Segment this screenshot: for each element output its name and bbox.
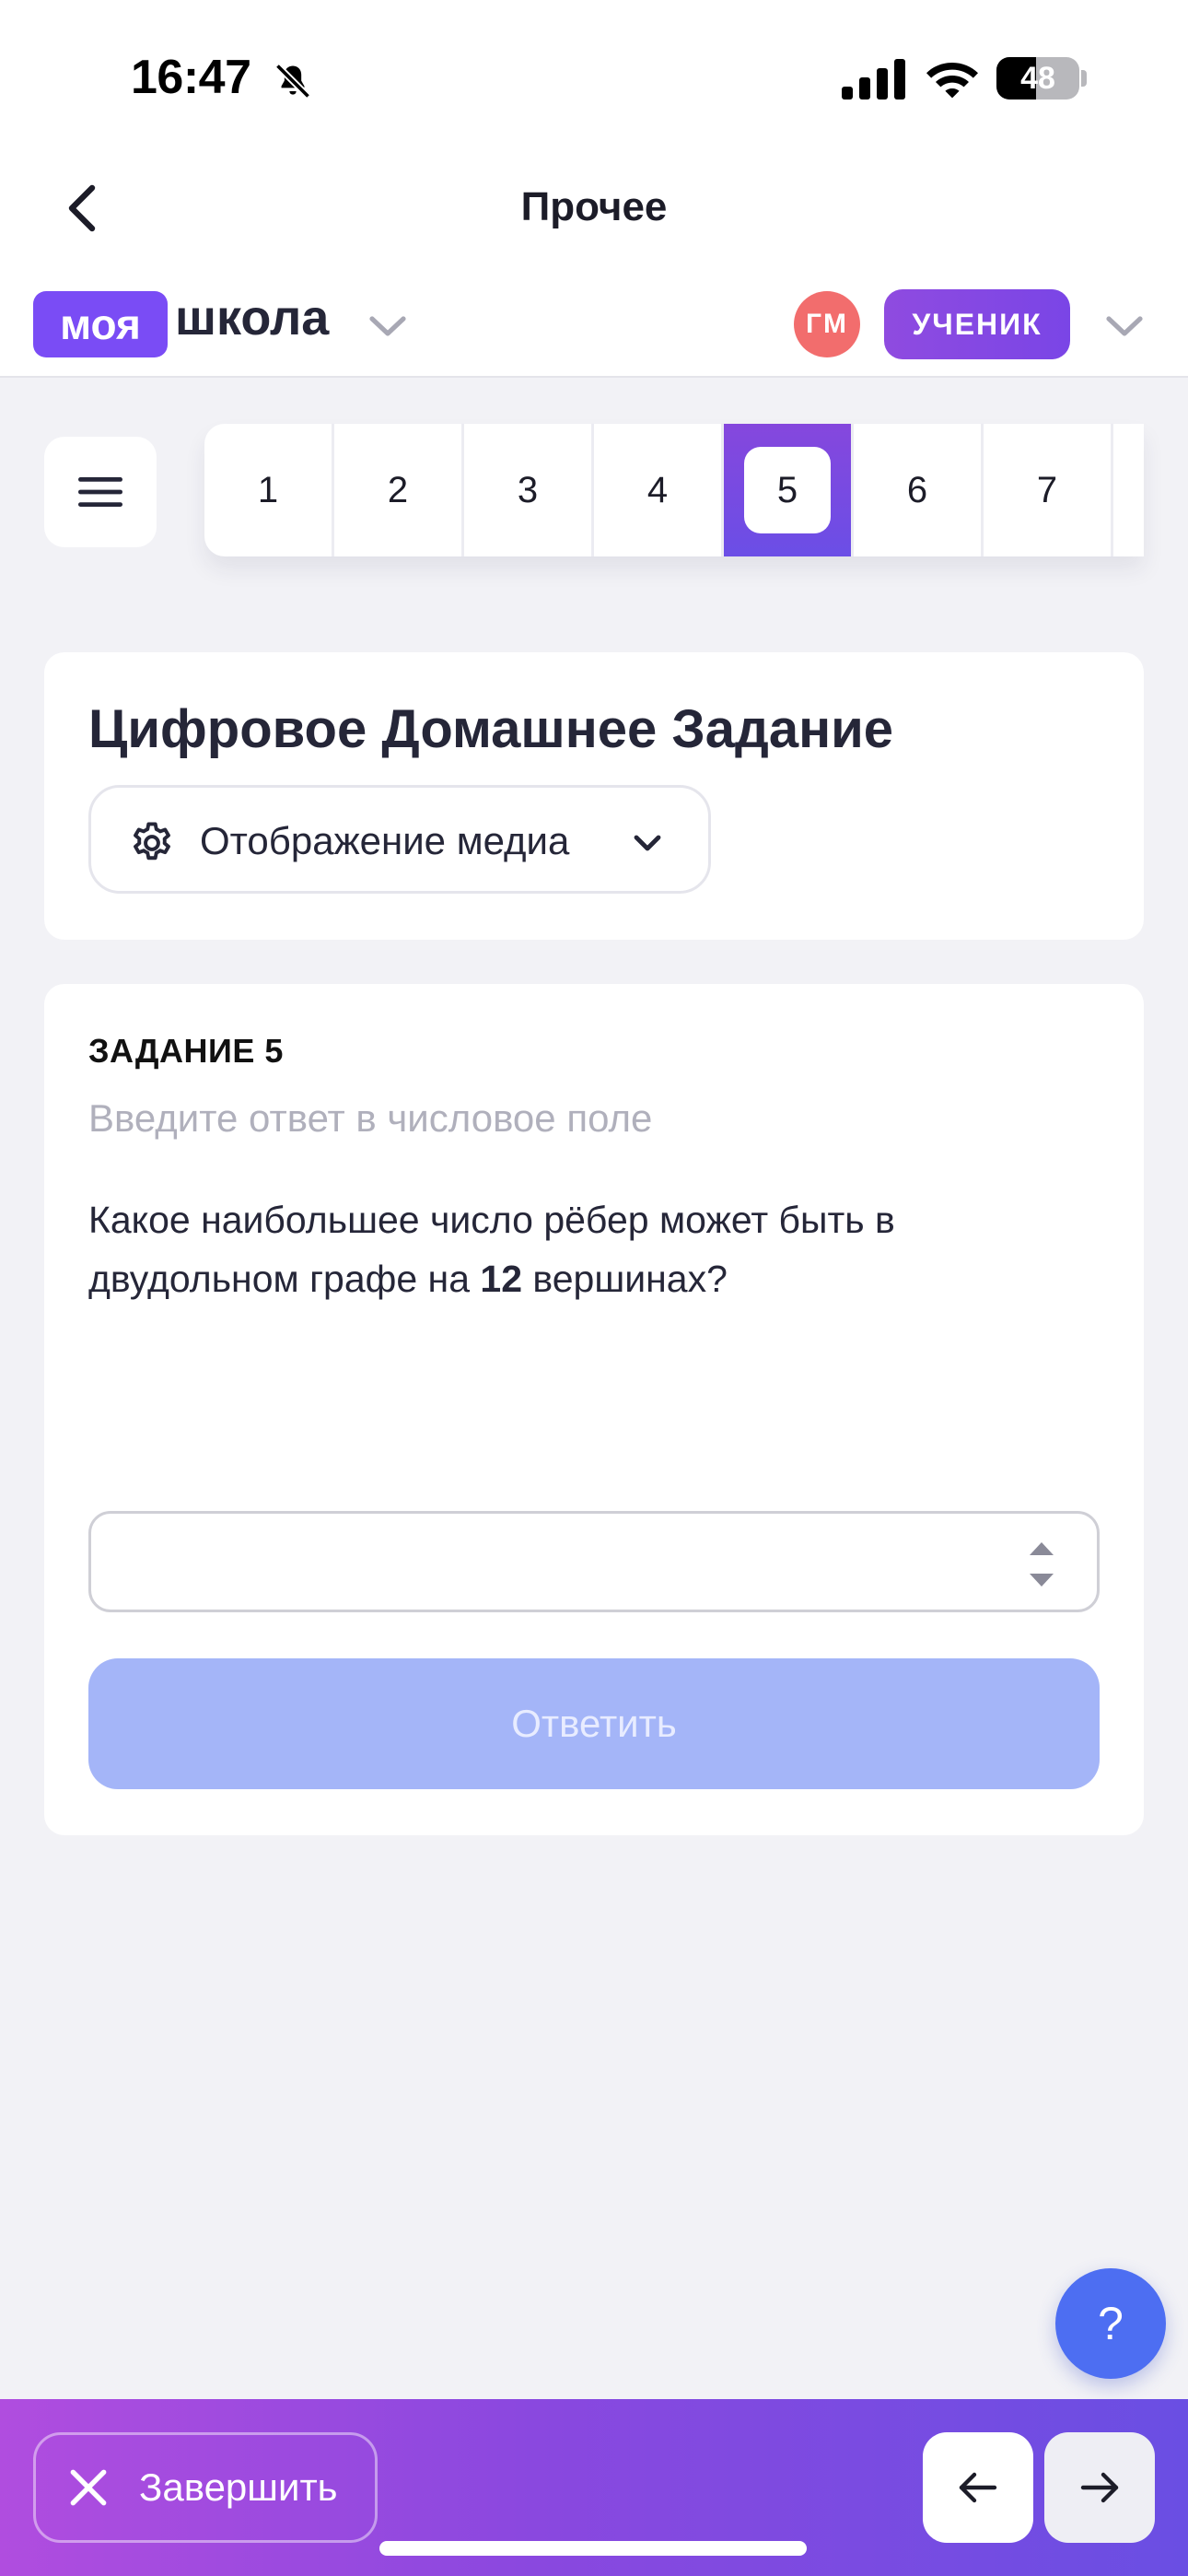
media-display-label: Отображение медиа bbox=[200, 819, 570, 862]
question-number-strip: 1 2 3 4 5 6 7 bbox=[204, 424, 1144, 556]
submit-answer-button[interactable]: Ответить bbox=[88, 1658, 1100, 1789]
question-tab-label: 5 bbox=[744, 447, 831, 533]
close-icon bbox=[70, 2469, 107, 2506]
battery-percent: 48 bbox=[1020, 60, 1055, 96]
chevron-down-icon[interactable] bbox=[1101, 308, 1147, 345]
question-tab-1[interactable]: 1 bbox=[204, 424, 334, 556]
arrow-right-icon bbox=[1080, 2472, 1119, 2503]
task-card: ЗАДАНИЕ 5 Введите ответ в числовое поле … bbox=[44, 984, 1144, 1835]
hamburger-icon bbox=[78, 477, 122, 507]
question-tab-2[interactable]: 2 bbox=[334, 424, 464, 556]
help-button[interactable]: ? bbox=[1055, 2268, 1166, 2379]
homework-header-card: Цифровое Домашнее Задание Отображение ме… bbox=[44, 652, 1144, 940]
menu-button[interactable] bbox=[44, 437, 157, 547]
task-question: Какое наибольшее число рёбер может быть … bbox=[88, 1190, 1101, 1308]
chevron-down-icon bbox=[634, 835, 661, 851]
answer-number-input[interactable] bbox=[88, 1511, 1100, 1612]
brand-logo-chip[interactable]: моя bbox=[33, 291, 168, 357]
question-tab-5-active[interactable]: 5 bbox=[724, 424, 854, 556]
question-tab-6[interactable]: 6 bbox=[854, 424, 984, 556]
page-title: Прочее bbox=[520, 184, 668, 229]
previous-question-button[interactable] bbox=[923, 2432, 1033, 2543]
home-indicator bbox=[379, 2541, 807, 2556]
task-hint: Введите ответ в числовое поле bbox=[88, 1096, 653, 1140]
avatar[interactable]: ГМ bbox=[794, 291, 860, 357]
homework-title: Цифровое Домашнее Задание bbox=[88, 699, 894, 759]
gear-icon bbox=[134, 822, 170, 861]
question-tab-4[interactable]: 4 bbox=[594, 424, 724, 556]
question-tab-partial[interactable] bbox=[1113, 424, 1144, 556]
status-time: 16:47 bbox=[131, 51, 251, 104]
wifi-icon bbox=[926, 63, 978, 99]
number-stepper-icon[interactable] bbox=[1026, 1537, 1057, 1592]
media-display-dropdown[interactable]: Отображение медиа bbox=[88, 785, 711, 894]
role-badge[interactable]: УЧЕНИК bbox=[884, 289, 1070, 359]
finish-button[interactable]: Завершить bbox=[33, 2432, 378, 2543]
finish-label: Завершить bbox=[139, 2465, 338, 2509]
signal-icon bbox=[842, 59, 905, 100]
bell-slash-icon bbox=[274, 63, 311, 100]
task-number-label: ЗАДАНИЕ 5 bbox=[88, 1032, 284, 1070]
question-tab-3[interactable]: 3 bbox=[464, 424, 594, 556]
next-question-button[interactable] bbox=[1044, 2432, 1155, 2543]
chevron-down-icon[interactable] bbox=[365, 308, 411, 345]
battery-icon: 48 bbox=[996, 57, 1079, 100]
battery-tip bbox=[1081, 70, 1087, 87]
arrow-left-icon bbox=[959, 2472, 997, 2503]
task-question-number: 12 bbox=[480, 1258, 523, 1300]
task-question-text-end: вершинах? bbox=[522, 1258, 728, 1300]
brand-logo-word[interactable]: школа bbox=[175, 289, 329, 346]
question-tab-7[interactable]: 7 bbox=[984, 424, 1113, 556]
